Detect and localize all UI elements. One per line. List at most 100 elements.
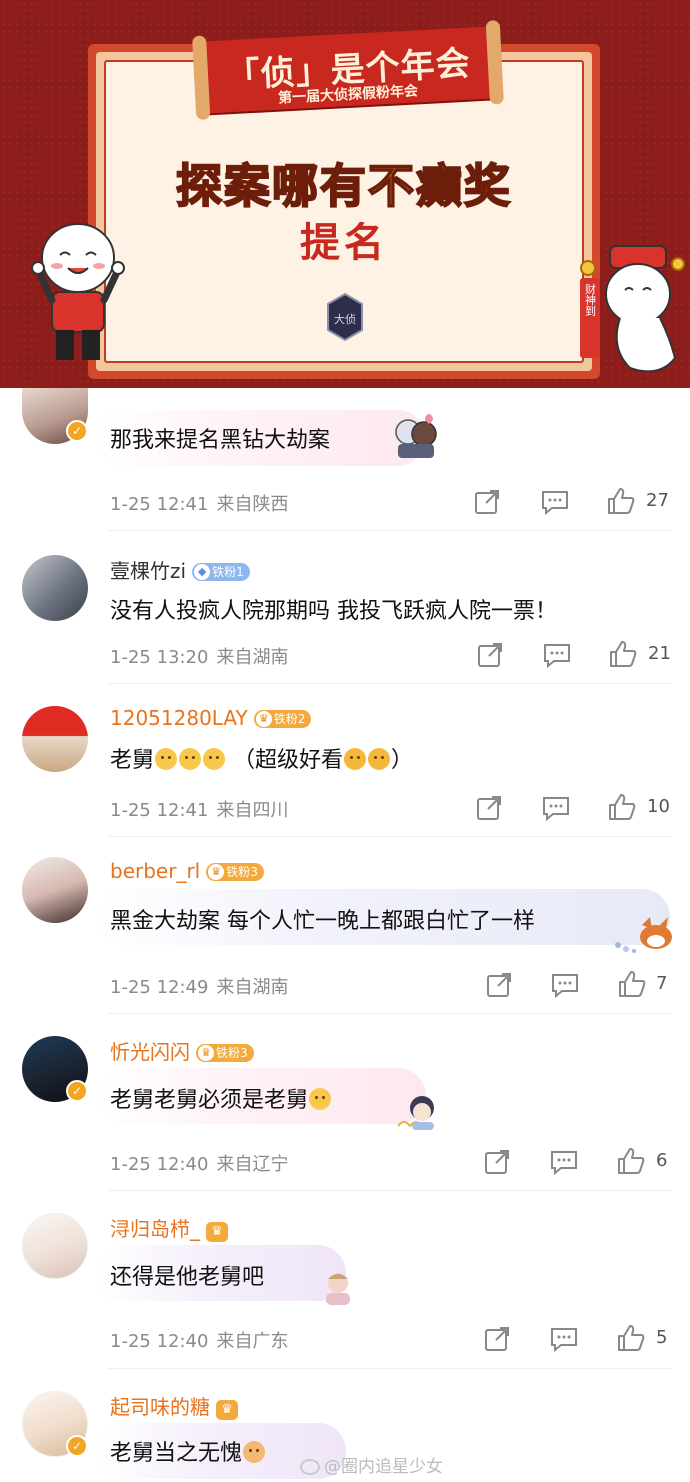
fan-badge-label: 铁粉1 [212,565,244,579]
username-text[interactable]: 忻光闪闪 [110,1040,190,1064]
comment-text-suffix: （超级好看 [233,748,344,773]
username[interactable]: 起司味的糖 ♛ [110,1391,238,1420]
fan-badge[interactable]: ♛ 铁粉3 [206,863,264,881]
username[interactable]: 忻光闪闪 ♛ 铁粉3 [110,1036,254,1065]
like-icon[interactable] [616,1146,646,1176]
comment-location: 来自四川 [216,800,289,821]
share-icon[interactable] [482,1147,512,1177]
comment-item: 浔归岛栉_ ♛ 还得是他老舅吧 1-25 12:40 来自广东 5 [0,1191,690,1369]
smile-emoji-icon [309,1088,332,1110]
share-icon[interactable] [474,793,504,823]
comment-icon[interactable] [549,1324,579,1354]
comment-location: 来自陕西 [216,494,289,515]
share-icon[interactable] [475,640,505,670]
comment-icon[interactable] [542,640,572,670]
fan-badge-label: 铁粉3 [226,865,258,879]
comment-icon[interactable] [550,970,580,1000]
username-text[interactable]: 壹棵竹zi [110,559,186,583]
comment-meta: 1-25 12:41 来自四川 [110,796,288,822]
comment-meta: 1-25 13:20 来自湖南 [110,643,288,669]
like-count: 21 [648,643,671,664]
like-count: 7 [656,973,668,994]
comment-time: 1-25 12:40 [110,1331,209,1352]
comment-text-end: ） [391,748,414,773]
comment-time: 1-25 12:41 [110,494,209,515]
avatar[interactable] [22,1213,88,1279]
like-icon[interactable] [617,969,647,999]
avatar[interactable] [22,857,88,923]
username-text[interactable]: 起司味的糖 [110,1395,210,1419]
dog-emoji-icon [203,748,226,770]
share-icon[interactable] [484,970,514,1000]
comment-item: ✓ 忻光闪闪 ♛ 铁粉3 老舅老舅必须是老舅 1-25 12:40 来自辽宁 6 [0,1014,690,1191]
like-icon[interactable] [608,639,638,669]
like-icon[interactable] [607,792,637,822]
comment-time: 1-25 12:41 [110,800,209,821]
mascot-left-icon [31,223,125,360]
comment-location: 来自湖南 [216,647,289,668]
comment-text: 那我来提名黑钻大劫案 [110,428,331,453]
anime-sticker-icon [395,414,437,458]
crown-icon: ♛ [198,1045,214,1061]
comment-meta: 1-25 12:49 来自湖南 [110,973,288,999]
diamond-icon: ◆ [194,564,211,580]
comment-icon[interactable] [549,1147,579,1177]
username-text[interactable]: berber_rl [110,859,200,883]
verified-badge-icon: ✓ [66,1080,88,1102]
comment-time: 1-25 12:40 [110,1154,209,1175]
verified-badge-icon: ✓ [66,1435,88,1457]
username[interactable]: 浔归岛栉_ ♛ [110,1213,228,1242]
like-count: 6 [656,1150,668,1171]
username[interactable]: berber_rl ♛ 铁粉3 [110,859,264,883]
fan-badge-label: 铁粉2 [273,712,306,726]
fan-badge[interactable]: ♛ 铁粉3 [196,1044,254,1062]
username-text[interactable]: 浔归岛栉_ [110,1217,200,1241]
verified-badge-icon: ✓ [66,420,88,442]
crying-emoji-icon [368,748,391,770]
dog-emoji-icon [155,748,178,770]
comment-location: 来自湖南 [216,977,289,998]
like-icon[interactable] [616,1323,646,1353]
fist-emoji-icon [243,1441,266,1463]
mascot-right-icon: 财神到 [580,245,685,373]
like-count: 5 [656,1327,668,1348]
username[interactable]: 壹棵竹zi ◆ 铁粉1 [110,555,250,584]
fan-badge[interactable]: ♛ 铁粉2 [253,710,312,728]
username[interactable]: 12051280LAY ♛ 铁粉2 [110,706,312,730]
banner-title: 探案哪有不癫奖 [175,158,512,214]
fan-badge[interactable]: ◆ 铁粉1 [192,563,250,581]
dog-emoji-icon [179,748,202,770]
comment-item: 12051280LAY ♛ 铁粉2 老舅 （超级好看 ） 1-25 12:41 来自四川… [0,684,690,837]
scroll-text: 财神到 [584,282,597,316]
username-text[interactable]: 12051280LAY [110,706,248,730]
comment-item: berber_rl ♛ 铁粉3 黑金大劫案 每个人忙一晚上都跟白忙了一样 1-25 … [0,837,690,1014]
comment-icon[interactable] [541,793,571,823]
comment-meta: 1-25 12:40 来自广东 [110,1327,288,1353]
fan-badge-label: 铁粉3 [216,1046,248,1060]
comment-text-main: 老舅 [110,748,155,773]
banner-nominate: 提名 [300,220,388,266]
comment-location: 来自广东 [216,1331,289,1352]
crown-icon: ♛ [255,711,272,727]
comment-text: 没有人投疯人院那期吗 我投飞跃疯人院一票！ [110,599,557,624]
avatar[interactable] [22,706,88,772]
share-icon[interactable] [472,487,502,517]
avatar[interactable] [22,555,88,621]
crown-icon[interactable]: ♛ [206,1222,228,1242]
comment-text: 老舅 （超级好看 ） [110,742,413,774]
crown-icon[interactable]: ♛ [216,1400,238,1420]
comment-text: 还得是他老舅吧 [110,1265,265,1290]
crying-emoji-icon [344,748,367,770]
comment-text-main: 老舅当之无愧 [110,1441,243,1466]
comment-item: ✓ 那我来提名黑钻大劫案 1-25 12:41 来自陕西 27 [0,388,690,531]
banner-image[interactable]: 「侦」是个年会 第一届大侦探假粉年会 探案哪有不癫奖 提名 大侦 财神到 [0,0,690,388]
comment-meta: 1-25 12:41 来自陕西 [110,490,288,516]
show-logo-icon: 大侦 [327,292,363,342]
comment-item: 壹棵竹zi ◆ 铁粉1 没有人投疯人院那期吗 我投飞跃疯人院一票！ 1-25 13:… [0,531,690,684]
like-icon[interactable] [606,486,636,516]
weibo-logo-icon [300,1459,320,1475]
comment-icon[interactable] [540,487,570,517]
like-count: 10 [647,796,670,817]
share-icon[interactable] [482,1324,512,1354]
fox-sticker-icon [615,917,672,953]
